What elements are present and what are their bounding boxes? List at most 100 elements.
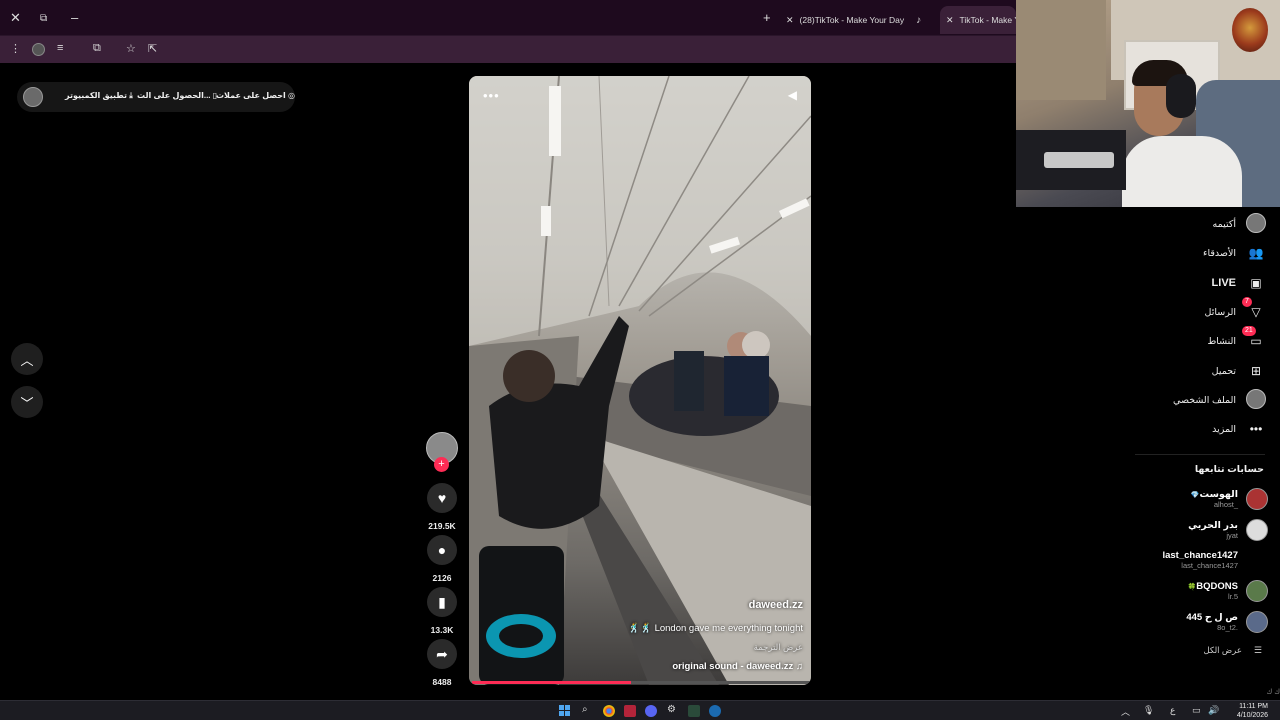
profile-avatar-icon[interactable] — [32, 43, 45, 56]
next-video-button[interactable]: ﹀ — [11, 386, 43, 418]
share-button[interactable]: ➦ — [427, 639, 457, 669]
more-options-icon[interactable]: ••• — [483, 88, 500, 103]
sidebar-item-more[interactable]: المزيد ••• — [1212, 419, 1266, 439]
taskbar: ⌕ ⚙ ︿ 🎙 ع ▭ 🔊 11:11 PM 4/10/2026 — [0, 700, 1280, 720]
translate-link[interactable]: عرض الترجمة — [754, 642, 803, 653]
sidebar-item-profile[interactable]: الملف الشخصي — [1173, 388, 1266, 410]
sidebar-item-live[interactable]: LIVE ▣ — [1212, 273, 1266, 293]
account-avatar — [1246, 549, 1268, 571]
video-player[interactable]: ••• ◀ daweed.zz 🕺🕺 London gave me everyt… — [469, 76, 811, 685]
account-handle: 8o_t2. — [1217, 623, 1238, 632]
tab-close-icon[interactable]: ✕ — [786, 15, 794, 26]
volume-icon[interactable]: ◀ — [788, 88, 797, 102]
account-avatar — [1246, 580, 1268, 602]
bookmark-icon: ▮ — [438, 593, 446, 610]
menu-kebab-icon[interactable]: ⋮ — [10, 42, 21, 55]
account-avatar — [1246, 519, 1268, 541]
save-button[interactable]: ▮ — [427, 587, 457, 617]
user-avatar-icon[interactable] — [23, 87, 43, 107]
extensions-icon[interactable]: ⧉ — [93, 42, 101, 55]
restore-window-icon[interactable]: ⧉ — [40, 12, 47, 26]
comment-bubble-icon: ● — [437, 542, 447, 558]
sidebar-item-activity[interactable]: النشاط ▭ 21 — [1207, 326, 1266, 351]
display-icon[interactable]: ▭ — [1192, 705, 1201, 716]
minimize-window-icon[interactable]: – — [71, 11, 78, 25]
sidebar-item-label: تحميل — [1211, 365, 1236, 377]
coin-icon: ◎ — [287, 91, 295, 100]
system-clock[interactable]: 11:11 PM 4/10/2026 — [1237, 702, 1268, 720]
following-account[interactable]: 💎الهوست alhost_ — [1191, 486, 1268, 512]
chevron-up-icon: ︿ — [20, 352, 34, 368]
save-count: 13.3K — [430, 625, 454, 635]
like-count: 219.5K — [428, 521, 456, 531]
sound-label: original sound - daweed.zz — [672, 661, 794, 672]
get-app-button[interactable]: الحصول على الت... ▯ — [137, 91, 217, 100]
video-progress-bar[interactable] — [472, 681, 810, 684]
reading-list-icon[interactable]: ≡ — [57, 42, 63, 54]
video-author[interactable]: daweed.zz — [749, 599, 803, 611]
share-icon[interactable]: ⇱ — [148, 42, 157, 55]
windows-start-icon[interactable] — [559, 705, 571, 717]
input-language[interactable]: ع — [1170, 705, 1175, 716]
sidebar-item-upload[interactable]: تحميل ⊞ — [1212, 361, 1266, 381]
webcam-overlay — [1016, 0, 1280, 207]
clock-time: 11:11 PM — [1239, 703, 1268, 710]
following-account[interactable]: بدر الحربي jyat — [1188, 517, 1268, 543]
new-tab-icon[interactable]: + — [763, 11, 771, 25]
adobe-icon[interactable] — [624, 705, 636, 717]
streamer-figure — [1122, 60, 1242, 207]
account-name: BQDONS — [1196, 581, 1238, 592]
chrome-icon[interactable] — [603, 705, 615, 717]
speaker-icon[interactable]: 🔊 — [1208, 705, 1219, 716]
account-name: الهوست — [1199, 489, 1238, 500]
list-icon: ☰ — [1253, 645, 1262, 655]
comment-action: ● 2126 — [424, 535, 460, 583]
account-handle: alhost_ — [1213, 500, 1238, 509]
tab-close-icon[interactable]: ✕ — [946, 15, 954, 26]
get-app-label: الحصول على الت... — [137, 91, 211, 100]
account-handle: lr.5 — [1227, 592, 1238, 601]
footer-link[interactable]: ك ك — [1267, 688, 1280, 696]
more-icon: ••• — [1249, 422, 1263, 436]
browser-tab-active[interactable]: ✕ TikTok - Make Y — [940, 6, 1016, 34]
account-name: ص ل ح 445 — [1186, 612, 1238, 623]
sidebar-item-explore[interactable]: أكتيمه — [1213, 212, 1266, 236]
tray-chevron-up-icon[interactable]: ︿ — [1121, 705, 1130, 718]
like-button[interactable]: ♥ — [427, 483, 457, 513]
steam-icon[interactable] — [709, 705, 721, 717]
share-count: 8488 — [432, 677, 452, 687]
following-account[interactable]: ص ل ح 445 8o_t2. — [1186, 609, 1268, 635]
see-all-label: عرض الكل — [1203, 645, 1242, 655]
following-account[interactable]: last_chance1427 last_chance1427 — [1162, 547, 1268, 573]
get-coins-label: احصل على عملات — [216, 91, 286, 100]
account-handle: last_chance1427 — [1181, 561, 1238, 570]
clock-date: 4/10/2026 — [1236, 712, 1268, 719]
following-account[interactable]: 🍀BQDONS lr.5 — [1188, 578, 1268, 604]
tiktok-favicon-icon: ♪ — [916, 14, 922, 26]
browser-tab[interactable]: ✕ (28)TikTok - Make Your Day ♪ — [786, 6, 924, 34]
top-action-pill: تطبيق الكمبيوتر ⤓ الحصول على الت... ▯ اح… — [17, 82, 295, 112]
desktop-app-button[interactable]: تطبيق الكمبيوتر ⤓ — [65, 91, 133, 101]
comment-button[interactable]: ● — [427, 535, 457, 565]
follow-plus-icon[interactable]: + — [434, 457, 449, 472]
music-note-icon: ♫ — [795, 661, 803, 672]
download-icon: ⤓ — [129, 91, 133, 100]
sidebar-item-label: النشاط — [1207, 335, 1236, 347]
get-coins-button[interactable]: احصل على عملات ◎ — [216, 91, 295, 100]
close-window-icon[interactable]: ✕ — [10, 11, 21, 25]
live-icon: ▣ — [1250, 276, 1262, 290]
account-handle: jyat — [1226, 531, 1238, 540]
microphone-icon[interactable]: 🎙 — [1143, 705, 1154, 716]
sidebar-item-messages[interactable]: الرسائل ▽ 7 — [1205, 297, 1266, 322]
search-icon[interactable]: ⌕ — [582, 704, 588, 715]
sidebar-item-friends[interactable]: الأصدقاء 👥 — [1203, 243, 1266, 263]
discord-icon[interactable] — [645, 705, 657, 717]
previous-video-button[interactable]: ︿ — [11, 343, 43, 375]
video-sound[interactable]: original sound - daweed.zz ♫ — [672, 661, 803, 672]
sidebar-item-label: المزيد — [1212, 423, 1236, 435]
see-all-button[interactable]: عرض الكل ☰ — [1203, 645, 1262, 656]
terminal-icon[interactable] — [688, 705, 700, 717]
settings-gear-icon[interactable]: ⚙ — [667, 704, 676, 715]
avatar-icon — [1246, 212, 1266, 236]
bookmark-star-icon[interactable]: ☆ — [126, 42, 136, 55]
